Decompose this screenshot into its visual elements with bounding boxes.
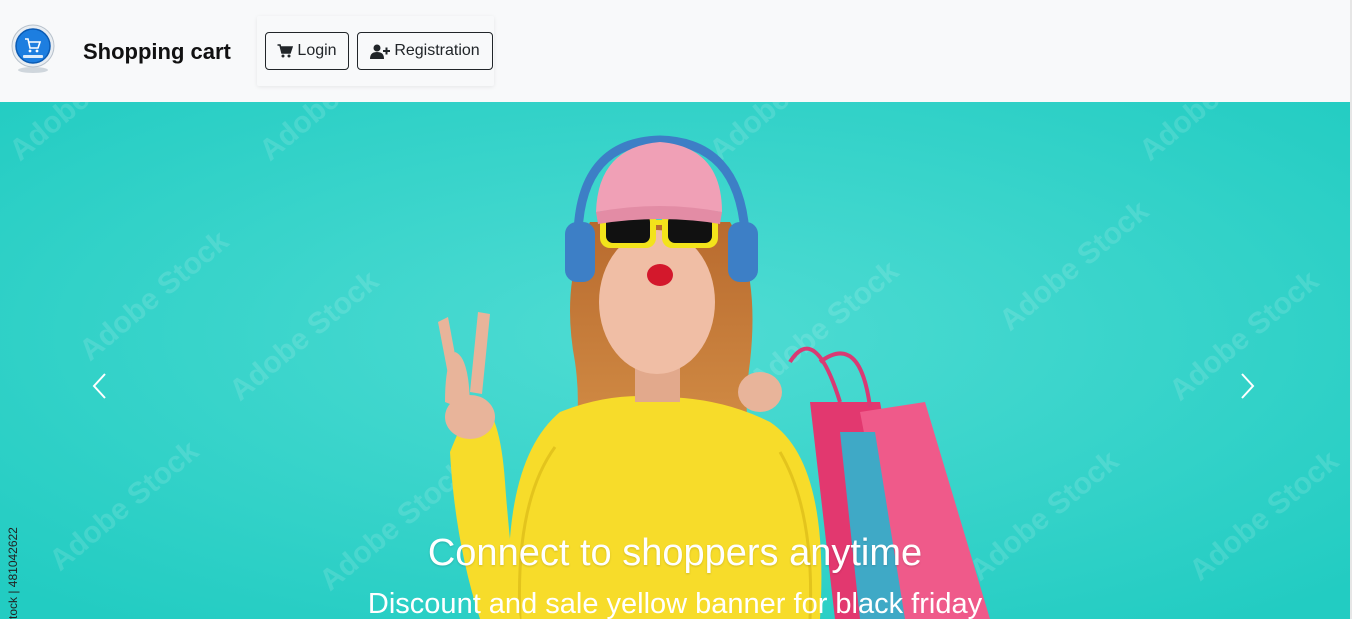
brand-title[interactable]: Shopping cart [83,37,231,67]
chevron-right-icon [1239,372,1257,405]
carousel-caption-title: Connect to shoppers anytime [427,532,923,574]
user-plus-icon [370,44,391,59]
carousel-next-button[interactable] [1233,372,1263,404]
login-button[interactable]: Login [265,32,349,70]
carousel-prev-button[interactable] [84,372,114,404]
chevron-left-icon [90,372,108,405]
auth-button-group: Login Registration [257,16,494,86]
stock-id-label: tock | 481042622 [6,527,20,619]
registration-button[interactable]: Registration [357,32,493,70]
registration-label: Registration [394,42,480,59]
top-navbar: Shopping cart Login Registration [0,0,1352,102]
login-label: Login [297,42,337,59]
carousel-caption-subtitle: Discount and sale yellow banner for blac… [367,588,983,619]
cart-icon [277,44,294,58]
hero-carousel: Adobe Stock Adobe Stock Adobe Stock Adob… [0,102,1350,619]
site-logo[interactable] [9,24,57,74]
